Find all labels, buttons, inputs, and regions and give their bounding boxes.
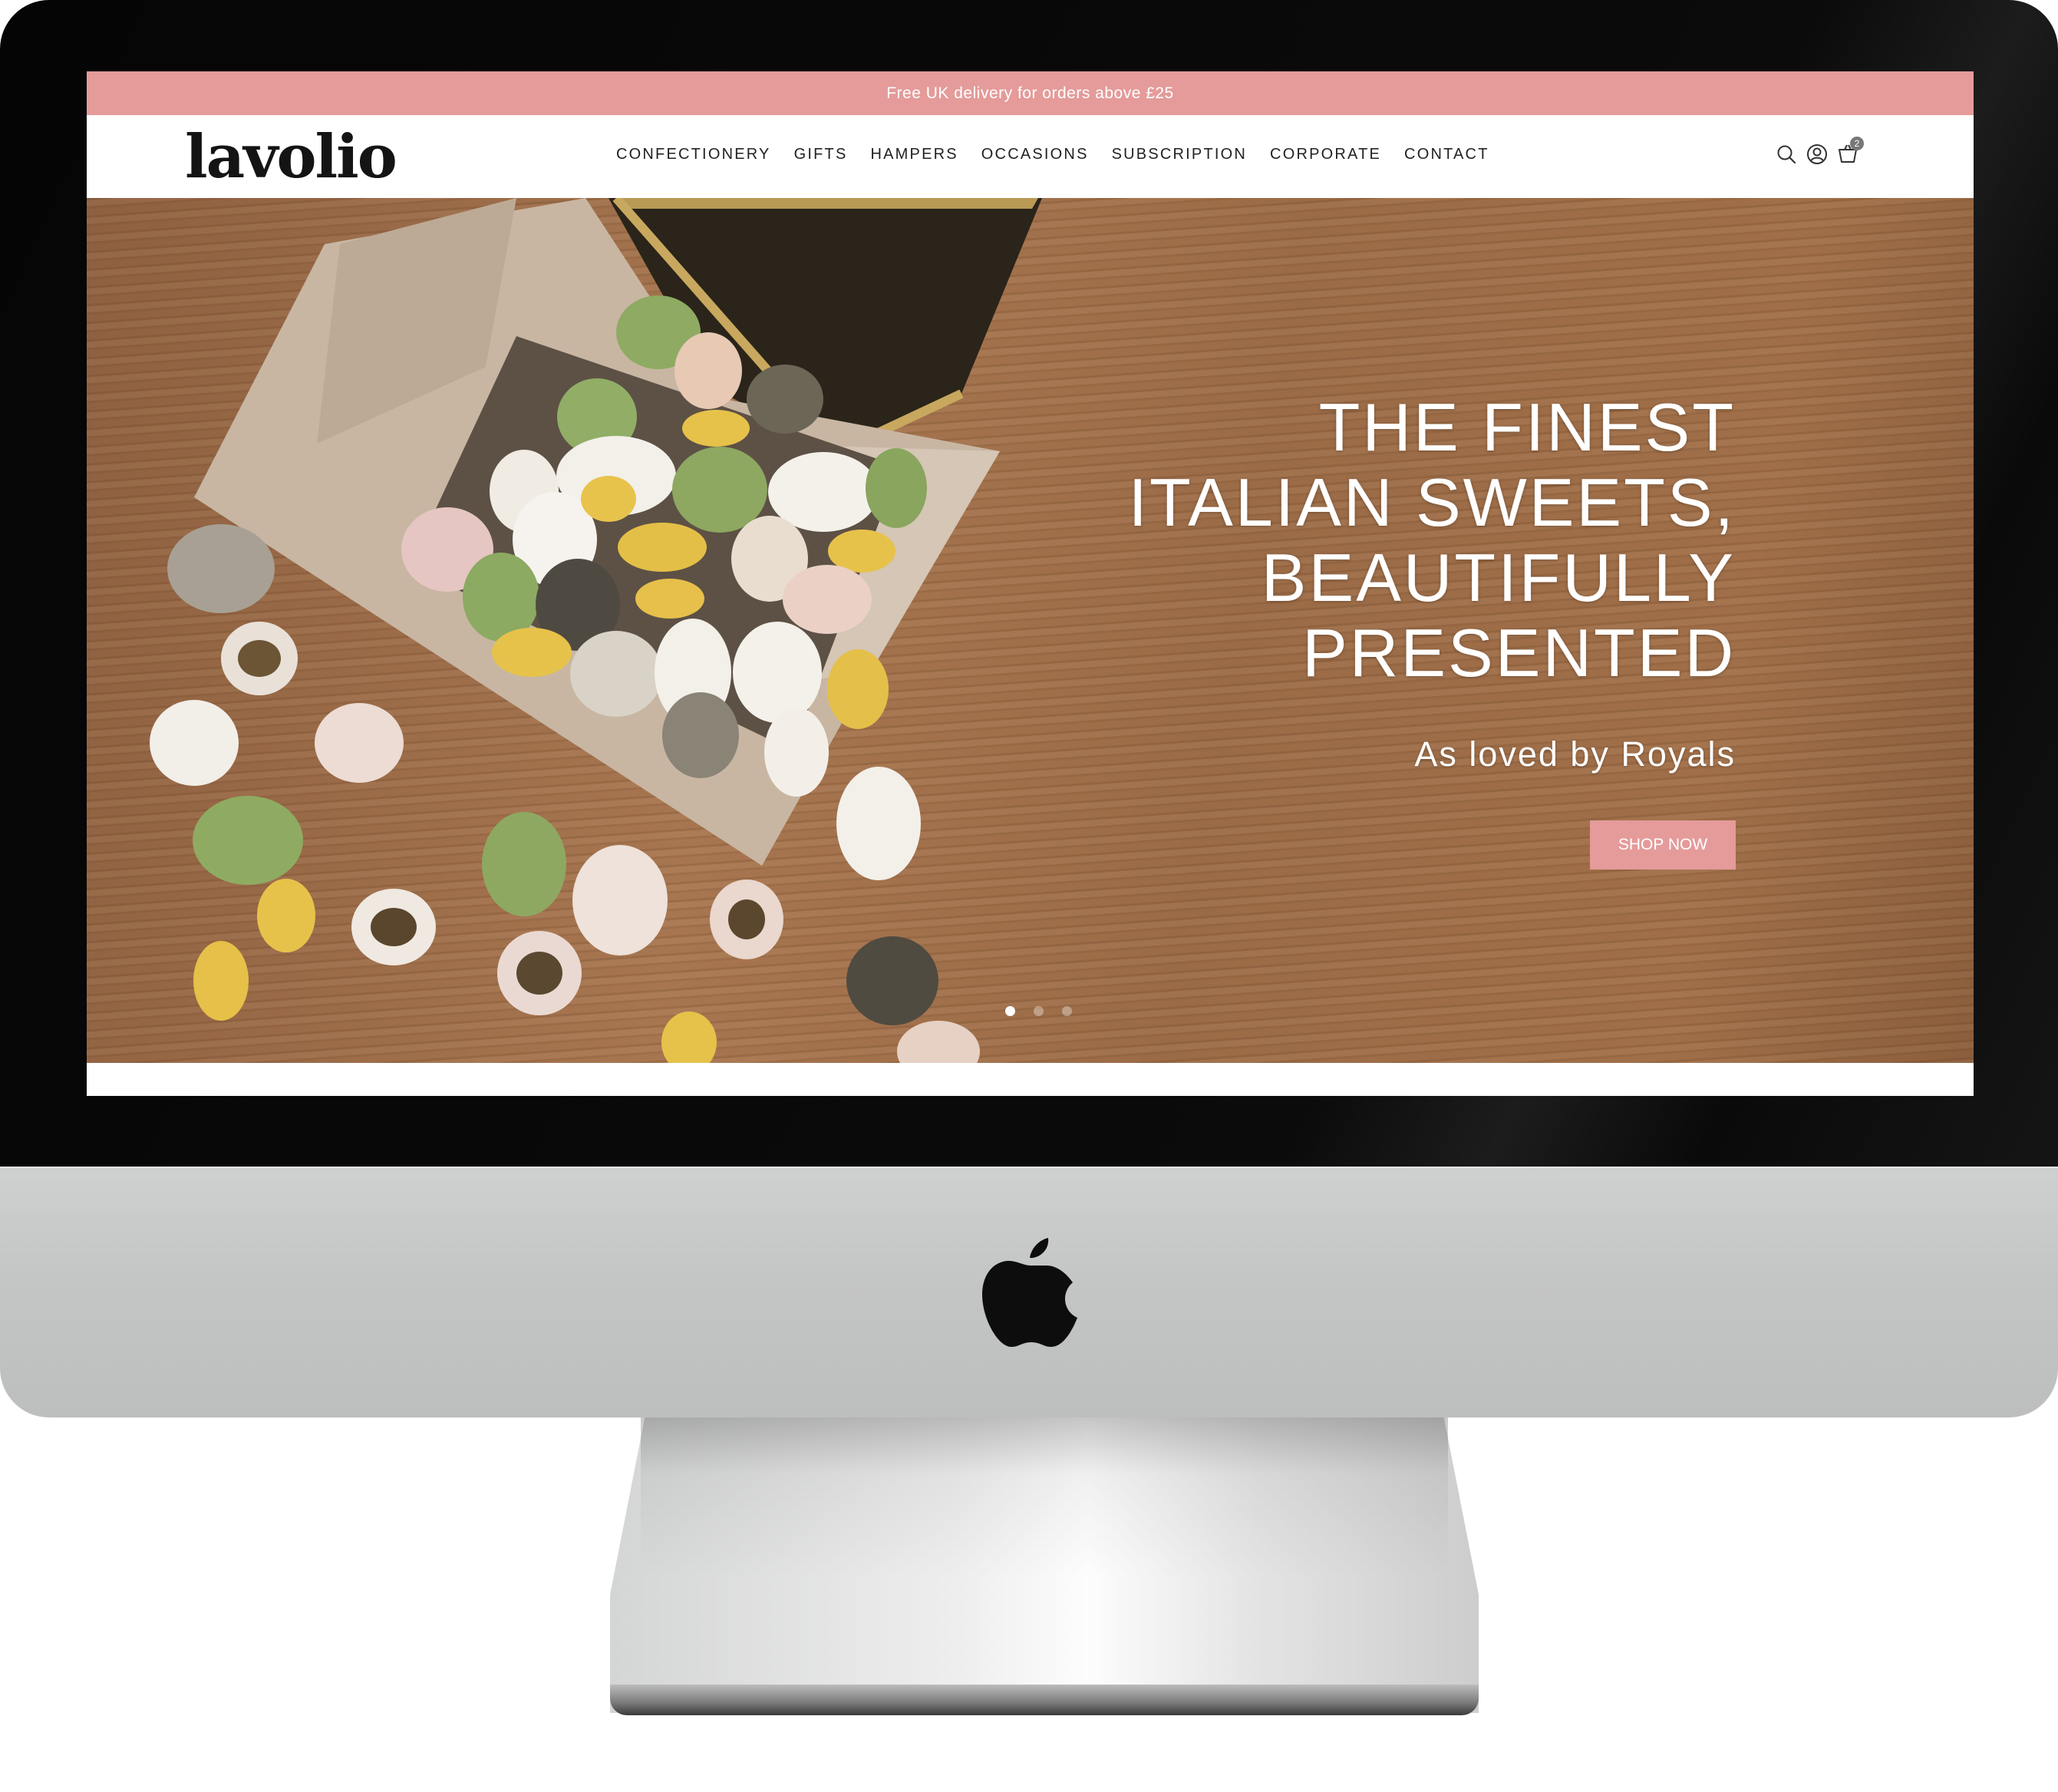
slide-dot-1[interactable] bbox=[1005, 1006, 1015, 1016]
slide-dot-3[interactable] bbox=[1062, 1006, 1072, 1016]
brand-logo[interactable]: lavolio bbox=[185, 123, 397, 192]
search-icon[interactable] bbox=[1775, 143, 1798, 166]
below-hero-strip bbox=[87, 1063, 1974, 1096]
cart-count-badge: 2 bbox=[1850, 137, 1864, 150]
hero-subtitle: As loved by Royals bbox=[1414, 734, 1736, 774]
website-screen: Free UK delivery for orders above £25 la… bbox=[87, 71, 1974, 1096]
slider-dots bbox=[1005, 1006, 1072, 1016]
nav-item-occasions[interactable]: OCCASIONS bbox=[981, 143, 1089, 166]
slide-dot-2[interactable] bbox=[1034, 1006, 1044, 1016]
header-icons: 2 bbox=[1775, 137, 1864, 166]
hero-text-block: THE FINEST ITALIAN SWEETS, BEAUTIFULLY P… bbox=[1129, 390, 1736, 870]
site-header: lavolio CONFECTIONERY GIFTS HAMPERS OCCA… bbox=[87, 115, 1974, 198]
imac-stand-shadow bbox=[641, 1417, 1448, 1579]
main-nav: CONFECTIONERY GIFTS HAMPERS OCCASIONS SU… bbox=[616, 143, 1489, 166]
shop-now-button[interactable]: SHOP NOW bbox=[1590, 820, 1736, 870]
cart-icon[interactable]: 2 bbox=[1836, 137, 1864, 166]
nav-item-corporate[interactable]: CORPORATE bbox=[1270, 143, 1381, 166]
hero-banner: THE FINEST ITALIAN SWEETS, BEAUTIFULLY P… bbox=[87, 198, 1974, 1063]
hero-headline-line: BEAUTIFULLY bbox=[1261, 540, 1736, 615]
nav-item-confectionery[interactable]: CONFECTIONERY bbox=[616, 143, 771, 166]
hero-headline: THE FINEST ITALIAN SWEETS, BEAUTIFULLY P… bbox=[1129, 390, 1736, 691]
account-icon[interactable] bbox=[1806, 143, 1829, 166]
hero-headline-line: ITALIAN SWEETS, bbox=[1128, 464, 1736, 540]
apple-logo-icon bbox=[982, 1238, 1077, 1347]
nav-item-hampers[interactable]: HAMPERS bbox=[870, 143, 958, 166]
announcement-bar: Free UK delivery for orders above £25 bbox=[87, 71, 1974, 115]
hero-headline-line: THE FINEST bbox=[1318, 389, 1736, 465]
nav-item-contact[interactable]: CONTACT bbox=[1404, 143, 1489, 166]
nav-item-subscription[interactable]: SUBSCRIPTION bbox=[1112, 143, 1247, 166]
hero-headline-line: PRESENTED bbox=[1302, 615, 1736, 691]
imac-stand-foot bbox=[610, 1685, 1479, 1715]
announcement-text: Free UK delivery for orders above £25 bbox=[886, 84, 1174, 102]
nav-item-gifts[interactable]: GIFTS bbox=[794, 143, 848, 166]
